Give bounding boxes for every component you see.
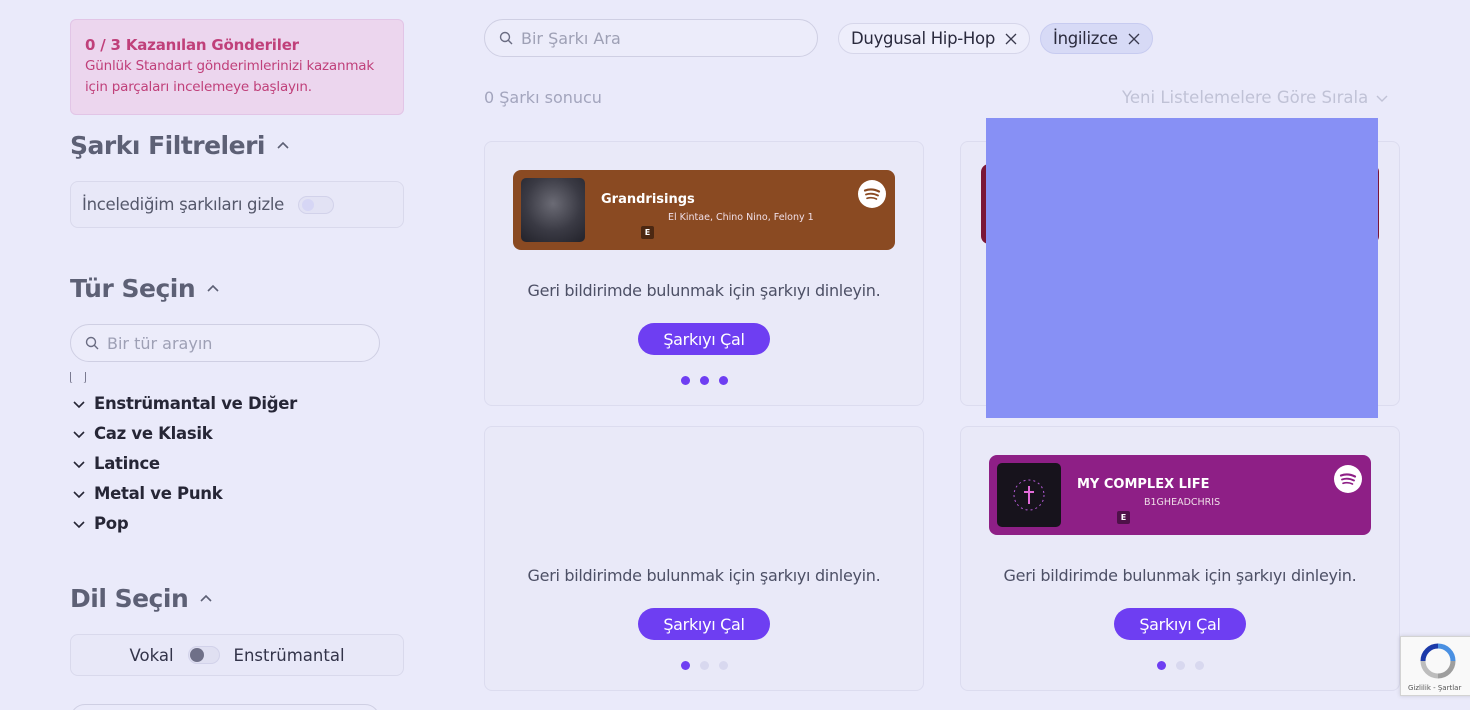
play-song-button[interactable]: Şarkıyı Çal <box>1114 608 1246 640</box>
recaptcha-icon <box>1420 643 1456 679</box>
genre-item[interactable]: Enstrümantal ve Diğer <box>72 394 297 413</box>
spotify-icon[interactable] <box>1333 464 1363 494</box>
play-song-button[interactable]: Şarkıyı Çal <box>638 323 770 355</box>
play-song-button[interactable]: Şarkıyı Çal <box>638 608 770 640</box>
song-card: MY COMPLEX LIFE B1GHEADCHRIS E Geri bild… <box>960 426 1400 691</box>
chevron-down-icon <box>73 430 85 438</box>
track-artists: El Kintae, Chino Nino, Felony 1 <box>668 212 814 223</box>
progress-dot <box>680 661 690 670</box>
genre-search <box>70 324 380 362</box>
chevron-up-icon <box>207 284 219 292</box>
genre-item[interactable]: Metal ve Punk <box>72 484 223 503</box>
chevron-down-icon <box>73 460 85 468</box>
explicit-badge: E <box>641 226 654 239</box>
vocal-instrumental-switch: Vokal Enstrümantal <box>70 634 404 676</box>
sort-dropdown[interactable]: Yeni Listelemelere Göre Sırala <box>1122 88 1388 107</box>
filter-chip-label: İngilizce <box>1053 29 1118 48</box>
genre-item-label: Metal ve Punk <box>94 484 223 503</box>
progress-dot <box>718 661 728 670</box>
track-artists: B1GHEADCHRIS <box>1144 497 1221 508</box>
song-card: Grandrisings El Kintae, Chino Nino, Felo… <box>484 141 924 406</box>
song-filters-header[interactable]: Şarkı Filtreleri <box>70 131 291 160</box>
promo-title: 0 / 3 Kazanılan Gönderiler <box>85 36 299 54</box>
hide-reviewed-label: İncelediğim şarkıları gizle <box>82 195 285 214</box>
progress-dot <box>1175 661 1185 670</box>
song-card: Geri bildirimde bulunmak için şarkıyı di… <box>484 426 924 691</box>
genre-item-label: Latince <box>94 454 160 473</box>
checkbox[interactable] <box>70 372 86 383</box>
vocal-label: Vokal <box>129 645 174 665</box>
progress-dot <box>1194 661 1204 670</box>
album-cross-icon <box>1013 479 1045 511</box>
progress-dot <box>1156 661 1166 670</box>
chevron-down-icon <box>73 520 85 528</box>
genre-item-clipped <box>70 372 270 383</box>
track-title: MY COMPLEX LIFE <box>1077 477 1210 492</box>
sort-label: Yeni Listelemelere Göre Sırala <box>1122 88 1369 107</box>
hide-reviewed-row: İncelediğim şarkıları gizle <box>70 181 404 228</box>
genre-item[interactable]: Latince <box>72 454 160 473</box>
submissions-promo: 0 / 3 Kazanılan Gönderiler Günlük Standa… <box>70 19 404 115</box>
genre-header[interactable]: Tür Seçin <box>70 274 221 303</box>
spotify-embed[interactable]: MY COMPLEX LIFE B1GHEADCHRIS E <box>989 455 1371 535</box>
search-icon <box>499 31 513 45</box>
progress-dots <box>961 661 1399 670</box>
genre-item[interactable]: Caz ve Klasik <box>72 424 213 443</box>
instrumental-label: Enstrümantal <box>233 645 345 665</box>
explicit-badge: E <box>1117 511 1130 524</box>
close-icon[interactable] <box>1128 33 1140 45</box>
song-search-input[interactable] <box>521 28 761 48</box>
language-search-input[interactable] <box>70 704 380 710</box>
progress-dot <box>699 661 709 670</box>
song-filters-title: Şarkı Filtreleri <box>70 131 265 160</box>
album-art <box>997 463 1061 527</box>
genre-item-label: Caz ve Klasik <box>94 424 213 443</box>
feedback-hint: Geri bildirimde bulunmak için şarkıyı di… <box>527 566 881 585</box>
genre-search-input[interactable] <box>107 333 347 353</box>
chevron-down-icon <box>1376 95 1388 102</box>
progress-dots <box>485 376 923 385</box>
genre-item[interactable]: Pop <box>72 514 129 533</box>
vocal-instrumental-toggle[interactable] <box>187 646 220 664</box>
language-header[interactable]: Dil Seçin <box>70 584 214 613</box>
filter-chip: İngilizce <box>1040 23 1153 54</box>
promo-text: Günlük Standart gönderimlerinizi kazanma… <box>85 58 374 95</box>
feedback-hint: Geri bildirimde bulunmak için şarkıyı di… <box>1003 566 1357 585</box>
results-count: 0 Şarkı sonucu <box>484 88 602 107</box>
progress-dot <box>699 376 709 385</box>
recaptcha-links[interactable]: Gizlilik - Şartlar <box>1408 684 1461 692</box>
close-icon[interactable] <box>1005 33 1017 45</box>
hide-reviewed-toggle[interactable] <box>298 195 335 214</box>
genre-title: Tür Seçin <box>70 274 196 303</box>
feedback-hint: Geri bildirimde bulunmak için şarkıyı di… <box>527 281 881 300</box>
chevron-down-icon <box>73 400 85 408</box>
album-art <box>521 178 585 242</box>
spotify-icon[interactable] <box>857 179 887 209</box>
chevron-down-icon <box>73 490 85 498</box>
filter-chip: Duygusal Hip-Hop <box>838 23 1030 54</box>
genre-item-label: Enstrümantal ve Diğer <box>94 394 297 413</box>
progress-dot <box>680 376 690 385</box>
chevron-up-icon <box>277 141 289 149</box>
chevron-up-icon <box>200 594 212 602</box>
search-icon <box>85 336 99 350</box>
genre-item-label: Pop <box>94 514 129 533</box>
filter-chip-label: Duygusal Hip-Hop <box>851 29 995 48</box>
loading-overlay <box>986 118 1378 418</box>
progress-dot <box>718 376 728 385</box>
spotify-embed[interactable]: Grandrisings El Kintae, Chino Nino, Felo… <box>513 170 895 250</box>
language-title: Dil Seçin <box>70 584 189 613</box>
song-search <box>484 19 818 57</box>
genre-list[interactable]: Enstrümantal ve Diğer Caz ve Klasik Lati… <box>70 372 404 537</box>
track-title: Grandrisings <box>601 192 695 207</box>
recaptcha-badge[interactable]: Gizlilik - Şartlar <box>1400 636 1470 696</box>
progress-dots <box>485 661 923 670</box>
